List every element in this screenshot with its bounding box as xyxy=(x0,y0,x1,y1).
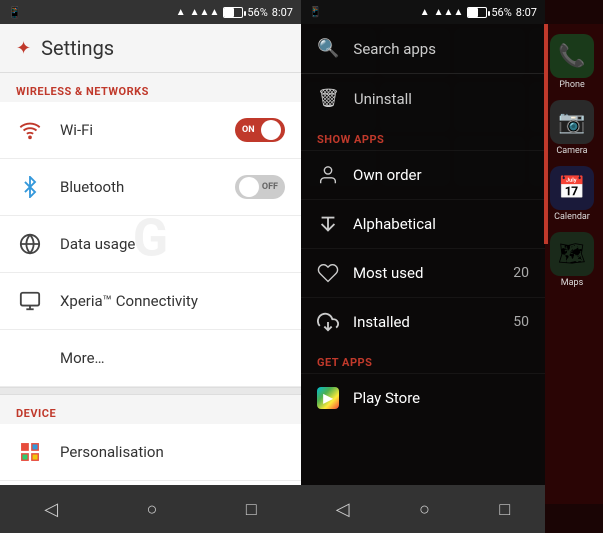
xperia-icon xyxy=(16,287,44,315)
settings-item-bluetooth[interactable]: Bluetooth OFF xyxy=(0,159,301,216)
section-wireless: WIRELESS & NETWORKS xyxy=(0,73,301,102)
right-signal-icon: ▲▲▲ xyxy=(434,7,464,18)
section-divider xyxy=(0,387,301,395)
maps-app-label: Maps xyxy=(561,278,583,288)
phone-app-label: Phone xyxy=(559,80,585,90)
more-label: More… xyxy=(60,349,285,367)
menu-spacer xyxy=(301,422,545,485)
calendar-app-label: Calendar xyxy=(554,212,590,222)
play-store-label: Play Store xyxy=(353,389,529,407)
home-btn-left[interactable]: ○ xyxy=(131,491,174,528)
calendar-app-item[interactable]: 📅 Calendar xyxy=(550,166,594,222)
own-order-item[interactable]: Own order xyxy=(301,150,545,199)
play-store-item[interactable]: ▶ Play Store xyxy=(301,373,545,422)
most-used-item[interactable]: Most used 20 xyxy=(301,248,545,297)
data-usage-label: Data usage xyxy=(60,235,285,253)
toggle-knob xyxy=(261,120,281,140)
installed-count: 50 xyxy=(513,314,529,330)
recent-btn-left[interactable]: □ xyxy=(230,491,273,528)
camera-app-icon: 📷 xyxy=(550,100,594,144)
alphabetical-icon xyxy=(317,213,339,235)
xperia-label: Xperia™ Connectivity xyxy=(60,292,285,310)
phone-app-item[interactable]: 📞 Phone xyxy=(550,34,594,90)
calendar-app-icon: 📅 xyxy=(550,166,594,210)
alphabetical-item[interactable]: Alphabetical xyxy=(301,199,545,248)
right-wifi-icon: ▲ xyxy=(420,7,430,18)
settings-title: Settings xyxy=(41,36,114,60)
wifi-toggle[interactable]: ON xyxy=(235,118,285,142)
notification-icon: 📱 xyxy=(8,6,22,19)
right-time: 8:07 xyxy=(516,6,537,19)
personalisation-icon xyxy=(16,438,44,466)
overlay-menu: 📱 ▲ ▲▲▲ 56% 8:07 🔍 Search apps 🗑 Uninsta… xyxy=(301,0,545,533)
heart-icon xyxy=(317,262,339,284)
recent-btn-right[interactable]: □ xyxy=(483,491,526,528)
camera-app-item[interactable]: 📷 Camera xyxy=(550,100,594,156)
toggle-on-text: ON xyxy=(242,125,255,135)
uninstall-label: Uninstall xyxy=(354,90,412,108)
red-accent-bar xyxy=(544,24,548,244)
play-store-icon: ▶ xyxy=(317,387,339,409)
right-battery-pct: 56% xyxy=(491,6,511,19)
get-apps-header: GET APPS xyxy=(301,346,545,373)
toggle-off-text: OFF xyxy=(262,182,278,192)
installed-icon xyxy=(317,311,339,333)
bluetooth-label: Bluetooth xyxy=(60,178,219,196)
alphabetical-label: Alphabetical xyxy=(353,215,529,233)
bottom-nav-right: ◁ ○ □ xyxy=(301,485,545,533)
bluetooth-toggle-knob xyxy=(239,177,259,197)
settings-item-xperia[interactable]: Xperia™ Connectivity xyxy=(0,273,301,330)
right-panel-wrapper: 📞 Phone 📷 Camera 📅 Calendar 🗺 Maps 📱 ▲ ▲… xyxy=(301,0,603,533)
status-bar-left: 📱 ▲ ▲▲▲ 56% 8:07 xyxy=(0,0,301,24)
wifi-icon xyxy=(16,116,44,144)
settings-content: G WIRELESS & NETWORKS Wi-Fi ON xyxy=(0,73,301,485)
search-apps-item[interactable]: 🔍 Search apps xyxy=(301,24,545,73)
more-icon xyxy=(16,344,44,372)
search-icon: 🔍 xyxy=(317,38,339,59)
wifi-label: Wi-Fi xyxy=(60,121,219,139)
mobile-signal-icon: ▲▲▲ xyxy=(190,7,220,18)
phone-app-icon: 📞 xyxy=(550,34,594,78)
own-order-label: Own order xyxy=(353,166,529,184)
settings-item-more[interactable]: More… xyxy=(0,330,301,387)
time-left: 8:07 xyxy=(272,6,293,19)
settings-gear-icon: ✦ xyxy=(16,38,31,59)
settings-header: ✦ Settings xyxy=(0,24,301,73)
battery-percent-left: 56% xyxy=(247,6,267,19)
back-btn-right[interactable]: ◁ xyxy=(320,491,366,528)
section-device: DEVICE xyxy=(0,395,301,424)
right-status-left-space: 📱 xyxy=(309,7,416,18)
left-panel: 📱 ▲ ▲▲▲ 56% 8:07 ✦ Settings G WIRELESS &… xyxy=(0,0,301,533)
trash-icon: 🗑 xyxy=(317,88,340,109)
most-used-label: Most used xyxy=(353,264,499,282)
search-apps-label: Search apps xyxy=(353,40,436,58)
personalisation-label: Personalisation xyxy=(60,443,285,461)
side-app-strip: 📞 Phone 📷 Camera 📅 Calendar 🗺 Maps xyxy=(541,24,603,504)
wifi-signal-icon: ▲ xyxy=(176,7,186,18)
bluetooth-toggle[interactable]: OFF xyxy=(235,175,285,199)
maps-app-icon: 🗺 xyxy=(550,232,594,276)
right-battery-icon xyxy=(467,7,487,18)
settings-item-data-usage[interactable]: Data usage xyxy=(0,216,301,273)
installed-label: Installed xyxy=(353,313,499,331)
maps-app-item[interactable]: 🗺 Maps xyxy=(550,232,594,288)
uninstall-item[interactable]: 🗑 Uninstall xyxy=(301,73,545,123)
most-used-count: 20 xyxy=(513,265,529,281)
camera-app-label: Camera xyxy=(556,146,587,156)
show-apps-header: SHOW APPS xyxy=(301,123,545,150)
back-btn-left[interactable]: ◁ xyxy=(28,491,74,528)
bluetooth-icon xyxy=(16,173,44,201)
settings-item-personalisation[interactable]: Personalisation xyxy=(0,424,301,481)
status-bar-right: 📱 ▲ ▲▲▲ 56% 8:07 xyxy=(301,0,545,24)
data-usage-icon xyxy=(16,230,44,258)
installed-item[interactable]: Installed 50 xyxy=(301,297,545,346)
battery-icon xyxy=(223,7,243,18)
own-order-icon xyxy=(317,164,339,186)
bottom-nav-left: ◁ ○ □ xyxy=(0,485,301,533)
settings-item-wifi[interactable]: Wi-Fi ON xyxy=(0,102,301,159)
settings-item-home[interactable]: Home xyxy=(0,481,301,485)
home-btn-right[interactable]: ○ xyxy=(403,491,446,528)
